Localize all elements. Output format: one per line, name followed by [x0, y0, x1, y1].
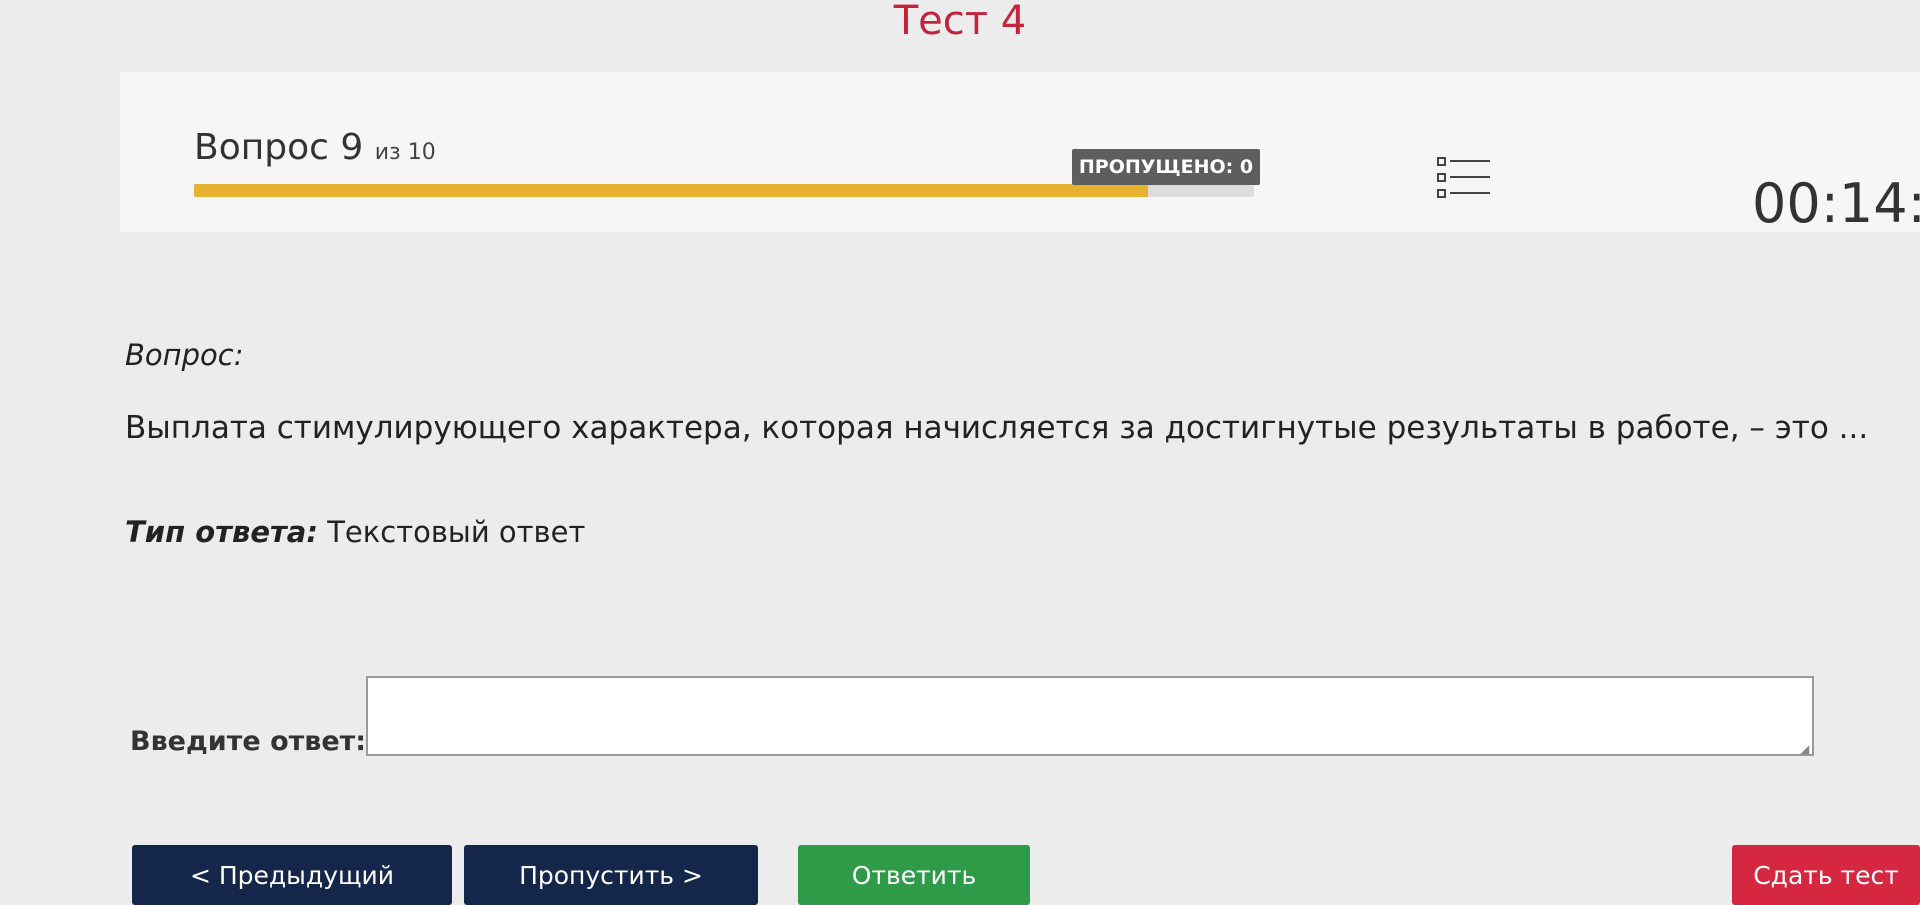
- question-counter: Вопрос 9 из 10: [194, 127, 436, 168]
- question-label: Вопрос:: [125, 338, 244, 372]
- answer-type-value: Текстовый ответ: [327, 515, 586, 549]
- skipped-badge[interactable]: ПРОПУЩЕНО: 0: [1072, 149, 1260, 185]
- question-number: 9: [340, 127, 364, 168]
- previous-button[interactable]: < Предыдущий: [132, 845, 452, 905]
- timer: 00:14:1: [1752, 172, 1920, 235]
- submit-test-button[interactable]: Сдать тест: [1732, 845, 1920, 905]
- question-word: Вопрос: [194, 127, 329, 168]
- answer-button[interactable]: Ответить: [798, 845, 1030, 905]
- answer-input[interactable]: [366, 676, 1814, 756]
- answer-type: Тип ответа: Текстовый ответ: [125, 515, 585, 549]
- answer-type-label: Тип ответа:: [125, 515, 318, 549]
- question-of-total: из 10: [374, 140, 436, 165]
- answer-label: Введите ответ:: [130, 726, 367, 757]
- progress-bar-fill: [194, 184, 1148, 197]
- progress-bar: [194, 184, 1254, 197]
- resize-grip-icon[interactable]: ◢: [1800, 742, 1809, 756]
- skip-button[interactable]: Пропустить >: [464, 845, 758, 905]
- question-text: Выплата стимулирующего характера, котора…: [125, 410, 1869, 446]
- page-title: Тест 4: [893, 0, 1027, 44]
- list-icon[interactable]: [1436, 156, 1492, 212]
